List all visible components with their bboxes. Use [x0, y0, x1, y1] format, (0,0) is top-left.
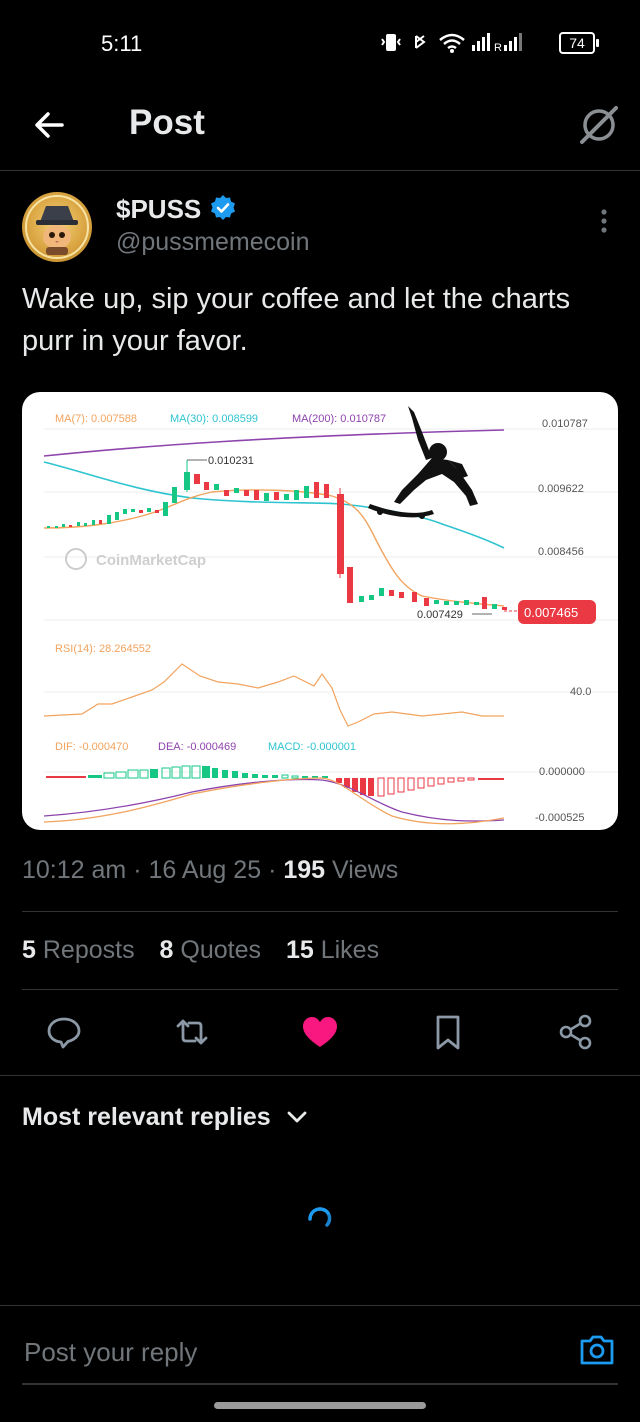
rsi-tick: 40.0 — [570, 686, 591, 698]
repost-button[interactable] — [170, 1010, 214, 1054]
reply-button[interactable] — [42, 1010, 86, 1054]
avatar[interactable] — [22, 192, 92, 262]
coinmarketcap-logo-icon — [65, 548, 87, 570]
back-button[interactable] — [28, 102, 74, 148]
current-price-label: 0.007465 — [524, 605, 578, 620]
reposts-label: Reposts — [42, 936, 135, 964]
price-tick: 0.009622 — [538, 483, 584, 495]
rsi-label: RSI(14): 28.264552 — [55, 643, 151, 655]
bookmark-button[interactable] — [426, 1010, 470, 1054]
back-arrow-icon — [35, 112, 64, 138]
status-time: 5:11 — [101, 31, 143, 56]
status-bar: 5:11 R 74 — [0, 0, 640, 86]
reply-input[interactable] — [22, 1336, 506, 1369]
header: Post — [0, 86, 640, 171]
ma200-label: MA(200): 0.010787 — [292, 413, 386, 425]
bookmark-icon — [436, 1015, 460, 1050]
price-tick: 0.010787 — [542, 418, 588, 430]
status-icons: R 74 — [380, 30, 599, 60]
rsi-line — [43, 663, 504, 727]
verified-badge-icon — [211, 195, 235, 220]
more-options-button[interactable] — [592, 206, 616, 236]
post-image[interactable]: MA(7): 0.007588 MA(30): 0.008599 MA(200)… — [22, 392, 618, 830]
divider — [0, 1075, 640, 1076]
handle[interactable]: @pussmemecoin — [116, 228, 310, 257]
chevron-down-icon — [287, 1111, 307, 1123]
macd-dif-label: DIF: -0.000470 — [55, 741, 128, 753]
post-date: 16 Aug 25 — [148, 856, 262, 884]
share-icon — [559, 1014, 592, 1050]
dea-line — [43, 778, 505, 822]
views-count: 195 — [283, 856, 326, 884]
divider — [22, 989, 618, 990]
dif-line — [43, 777, 505, 825]
ma7-line — [43, 489, 505, 607]
reply-icon — [47, 1017, 81, 1049]
grok-button[interactable] — [574, 100, 624, 150]
reposts-stat[interactable]: 5 Reposts — [22, 936, 135, 964]
views-label: Views — [332, 856, 399, 884]
quotes-count: 8 — [159, 936, 174, 964]
camera-button[interactable] — [578, 1332, 616, 1368]
share-button[interactable] — [554, 1010, 598, 1054]
post-meta: 10:12 am · 16 Aug 25 · 195 Views — [22, 856, 398, 885]
likes-label: Likes — [320, 936, 380, 964]
macd-value-label: MACD: -0.000001 — [268, 741, 356, 753]
price-tick: 0.008456 — [538, 546, 584, 558]
low-price-label: 0.007429 — [417, 609, 463, 621]
reposts-count: 5 — [22, 936, 36, 964]
high-price-label: 0.010231 — [208, 455, 254, 467]
meta-separator: · — [268, 856, 284, 884]
camera-icon — [580, 1335, 614, 1365]
home-indicator[interactable] — [214, 1402, 426, 1409]
macd-tick: 0.000000 — [539, 766, 585, 778]
heart-icon — [303, 1017, 337, 1047]
signal-wifi-icons: R — [381, 33, 522, 54]
cat-avatar-icon — [25, 195, 89, 259]
macd-dea-label: DEA: -0.000469 — [158, 741, 236, 753]
more-vertical-icon — [601, 209, 607, 233]
page-title: Post — [129, 103, 205, 142]
display-name[interactable]: $PUSS — [116, 194, 201, 225]
post-time: 10:12 am — [22, 856, 127, 884]
likes-stat[interactable]: 15 Likes — [286, 936, 379, 964]
reply-underline — [22, 1383, 618, 1385]
ma7-label: MA(7): 0.007588 — [55, 413, 137, 425]
grok-icon — [580, 106, 618, 144]
repost-icon — [176, 1019, 208, 1045]
ma30-label: MA(30): 0.008599 — [170, 413, 258, 425]
action-bar — [0, 1002, 640, 1068]
loading-spinner-icon — [308, 1207, 332, 1227]
like-button[interactable] — [298, 1010, 342, 1054]
replies-sort-label: Most relevant replies — [22, 1103, 271, 1131]
replies-sort-dropdown[interactable]: Most relevant replies — [22, 1103, 308, 1132]
watermark: CoinMarketCap — [96, 552, 206, 569]
engagement-stats: 5 Reposts 8 Quotes 15 Likes — [22, 936, 397, 965]
post-text: Wake up, sip your coffee and let the cha… — [22, 283, 571, 357]
quotes-label: Quotes — [180, 936, 261, 964]
reply-composer — [0, 1305, 640, 1386]
meta-separator: · — [133, 856, 149, 884]
battery-indicator: 74 — [559, 32, 599, 54]
likes-count: 15 — [285, 936, 314, 964]
macd-tick: -0.000525 — [535, 812, 585, 824]
price-chart-image: MA(7): 0.007588 MA(30): 0.008599 MA(200)… — [43, 406, 618, 825]
svg-text:R: R — [494, 42, 502, 54]
divider — [22, 911, 618, 912]
quotes-stat[interactable]: 8 Quotes — [160, 936, 261, 964]
